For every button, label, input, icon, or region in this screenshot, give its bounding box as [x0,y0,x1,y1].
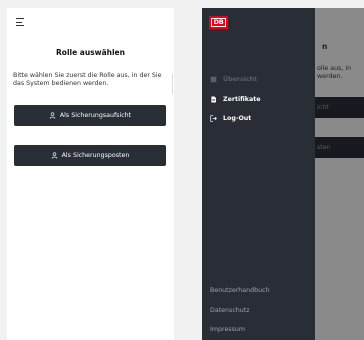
menu-open-screen: n olle aus, in werden. icht sten DB Über… [202,8,364,340]
button-label: Als Sicherungsposten [61,152,130,159]
role-sicherungsaufsicht-button[interactable]: Als Sicherungsaufsicht [14,105,166,126]
scrollbar [172,74,173,94]
logo-text: DB [211,18,226,27]
footer-link-benutzerhandbuch[interactable]: Benutzerhandbuch [210,287,270,294]
role-sicherungsposten-button[interactable]: Als Sicherungsposten [14,145,166,166]
background-desc-line: werden. [317,73,343,80]
document-icon [211,96,216,103]
db-logo[interactable]: DB [209,16,228,29]
footer-link-datenschutz[interactable]: Datenschutz [210,307,250,314]
background-description: olle aus, in werden. [317,65,351,81]
role-selection-screen: Rolle auswählen Bitte wählen Sie zuerst … [7,8,174,340]
button-label: Als Sicherungsaufsicht [59,112,132,119]
logout-icon [210,115,217,122]
footer-link-impressum[interactable]: Impressum [210,326,245,333]
page-description: Bitte wählen Sie zuerst die Rolle aus, i… [13,72,162,87]
page-title: Rolle auswählen [56,48,125,57]
nav-item-uebersicht[interactable]: Übersicht [210,76,257,83]
nav-item-label: Übersicht [223,76,258,83]
background-button: sten [315,137,364,158]
menu-icon[interactable] [16,18,24,26]
background-button: icht [315,97,364,118]
nav-item-label: Zertifikate [223,96,261,103]
nav-item-logout[interactable]: Log-Out [210,115,251,122]
user-icon [51,152,57,159]
nav-item-label: Log-Out [223,115,252,122]
background-desc-line: olle aus, in [317,65,352,72]
nav-item-zertifikate[interactable]: Zertifikate [210,96,261,103]
user-icon [49,112,56,119]
nav-drawer: DB Übersicht Zertifikate Log-Out Benutze… [202,8,315,340]
background-title: n [322,42,328,51]
grid-icon [210,76,217,83]
